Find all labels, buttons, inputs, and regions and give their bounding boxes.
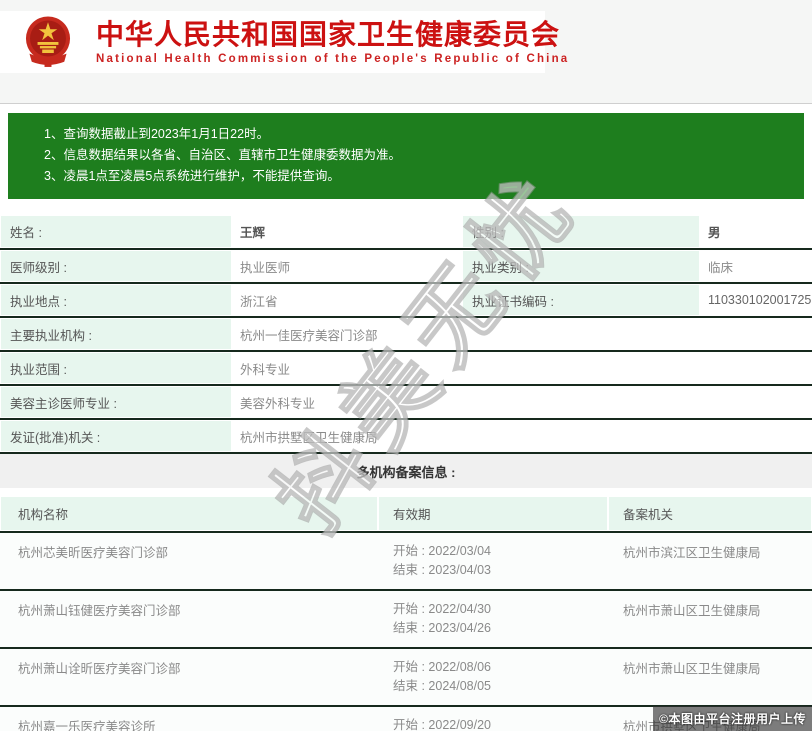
field-value-cosmetic-specialty: 美容外科专业 [232, 385, 812, 419]
table-row: 执业范围 : 外科专业 [0, 351, 812, 385]
table-row: 杭州萧山诠昕医疗美容门诊部 开始 : 2022/08/06 结束 : 2024/… [0, 648, 812, 706]
notice-box: 1、查询数据截止到2023年1月1日22时。 2、信息数据结果以各省、自治区、直… [8, 113, 804, 199]
org-name: 杭州萧山钰健医疗美容门诊部 [0, 590, 378, 648]
org-name: 杭州嘉一乐医疗美容诊所 [0, 706, 378, 731]
page-title: 中华人民共和国国家卫生健康委员会 [96, 20, 569, 50]
validity-start: 开始 : 2022/04/30 [393, 600, 608, 619]
site-header: 中华人民共和国国家卫生健康委员会 National Health Commiss… [0, 11, 545, 73]
field-label: 姓名 : [0, 215, 232, 249]
header-band: 中华人民共和国国家卫生健康委员会 National Health Commiss… [0, 0, 812, 104]
field-value-location: 浙江省 [232, 283, 462, 317]
column-header-org-name: 机构名称 [0, 496, 378, 532]
table-row: 医师级别 : 执业医师 执业类别 : 临床 [0, 249, 812, 283]
upload-attribution-badge: ©本图由平台注册用户上传 [653, 706, 812, 731]
china-national-emblem-icon [0, 13, 96, 71]
validity-end: 结束 : 2024/08/05 [393, 677, 608, 696]
page-subtitle: National Health Commission of the People… [96, 53, 569, 65]
field-value-license-no: 110330102001725 [700, 283, 812, 317]
notice-line: 1、查询数据截止到2023年1月1日22时。 [44, 124, 794, 145]
table-row: 杭州萧山钰健医疗美容门诊部 开始 : 2022/04/30 结束 : 2023/… [0, 590, 812, 648]
field-label: 主要执业机构 : [0, 317, 232, 351]
org-validity: 开始 : 2022/08/06 结束 : 2024/08/05 [378, 648, 608, 706]
field-label: 医师级别 : [0, 249, 232, 283]
table-row: 发证(批准)机关 : 杭州市拱墅区卫生健康局 [0, 419, 812, 453]
field-value-category: 临床 [700, 249, 812, 283]
org-validity: 开始 : 2022/04/30 结束 : 2023/04/26 [378, 590, 608, 648]
field-label: 执业地点 : [0, 283, 232, 317]
field-value-name: 王辉 [232, 215, 462, 249]
header-titles: 中华人民共和国国家卫生健康委员会 National Health Commiss… [96, 20, 569, 65]
org-authority: 杭州市滨江区卫生健康局 [608, 532, 812, 590]
field-value-main-org: 杭州一佳医疗美容门诊部 [232, 317, 812, 351]
notice-line: 3、凌晨1点至凌晨5点系统进行维护，不能提供查询。 [44, 166, 794, 187]
field-label: 执业证书编码 : [462, 283, 700, 317]
multi-org-section-title: 多机构备案信息 : [0, 454, 812, 488]
multi-org-table: 机构名称 有效期 备案机关 杭州芯美昕医疗美容门诊部 开始 : 2022/03/… [0, 496, 812, 731]
field-label: 执业类别 : [462, 249, 700, 283]
validity-start: 开始 : 2022/09/20 [393, 716, 608, 731]
column-header-validity: 有效期 [378, 496, 608, 532]
validity-start: 开始 : 2022/08/06 [393, 658, 608, 677]
field-value-scope: 外科专业 [232, 351, 812, 385]
org-authority: 杭州市萧山区卫生健康局 [608, 590, 812, 648]
org-authority: 杭州市萧山区卫生健康局 [608, 648, 812, 706]
table-header-row: 机构名称 有效期 备案机关 [0, 496, 812, 532]
table-row: 执业地点 : 浙江省 执业证书编码 : 110330102001725 [0, 283, 812, 317]
org-name: 杭州萧山诠昕医疗美容门诊部 [0, 648, 378, 706]
field-value-issuing-authority: 杭州市拱墅区卫生健康局 [232, 419, 812, 453]
field-label: 性别 : [462, 215, 700, 249]
table-row: 主要执业机构 : 杭州一佳医疗美容门诊部 [0, 317, 812, 351]
validity-start: 开始 : 2022/03/04 [393, 542, 608, 561]
org-name: 杭州芯美昕医疗美容门诊部 [0, 532, 378, 590]
validity-end: 结束 : 2023/04/03 [393, 561, 608, 580]
validity-end: 结束 : 2023/04/26 [393, 619, 608, 638]
table-row: 美容主诊医师专业 : 美容外科专业 [0, 385, 812, 419]
table-row: 杭州芯美昕医疗美容门诊部 开始 : 2022/03/04 结束 : 2023/0… [0, 532, 812, 590]
table-row: 姓名 : 王辉 性别 : 男 [0, 215, 812, 249]
field-value-gender: 男 [700, 215, 812, 249]
org-validity: 开始 : 2022/03/04 结束 : 2023/04/03 [378, 532, 608, 590]
notice-line: 2、信息数据结果以各省、自治区、直辖市卫生健康委数据为准。 [44, 145, 794, 166]
org-validity: 开始 : 2022/09/20 结束 : 2023/09/19 [378, 706, 608, 731]
doctor-info-table: 姓名 : 王辉 性别 : 男 医师级别 : 执业医师 执业类别 : 临床 执业地… [0, 215, 812, 454]
field-label: 执业范围 : [0, 351, 232, 385]
field-label: 美容主诊医师专业 : [0, 385, 232, 419]
field-label: 发证(批准)机关 : [0, 419, 232, 453]
column-header-authority: 备案机关 [608, 496, 812, 532]
field-value-level: 执业医师 [232, 249, 462, 283]
